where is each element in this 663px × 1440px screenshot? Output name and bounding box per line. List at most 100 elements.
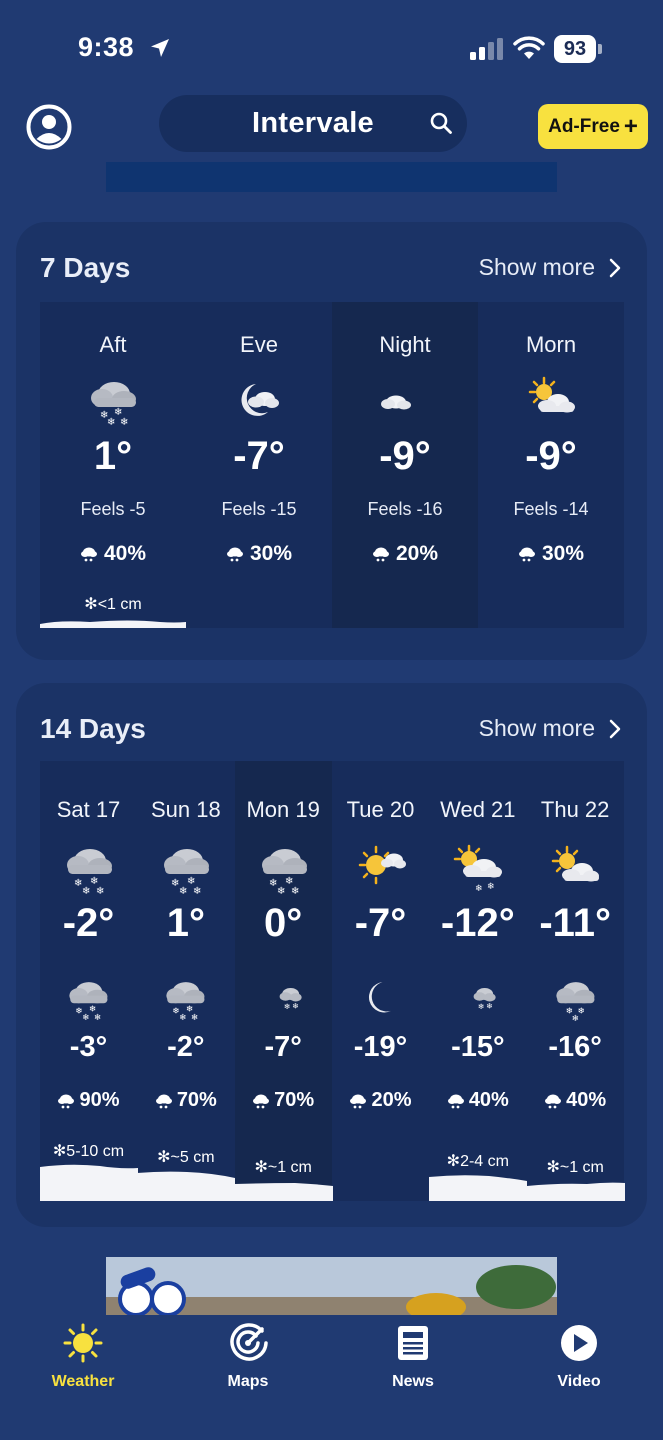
day-column[interactable]: Thu 22 -11° ❄ ❄ ❄ -16° 40% ✻~1 cm <box>526 761 625 1201</box>
period-label: Eve <box>240 332 278 357</box>
wifi-icon <box>513 36 545 59</box>
period-column[interactable]: Morn -9° Feels -14 30% <box>478 302 624 628</box>
partly-cloudy-night-icon <box>381 384 424 414</box>
day-precip: 20% <box>332 1089 429 1112</box>
moon-snow-icon: ❄ ❄ <box>463 983 496 1011</box>
nav-video[interactable]: Video <box>524 1323 634 1391</box>
snow-drift-graphic <box>526 1182 625 1201</box>
newspaper-icon <box>398 1326 428 1360</box>
rain-cloud-icon <box>372 547 389 562</box>
snow-drift-graphic <box>429 1175 528 1201</box>
sun-icon <box>63 1323 103 1363</box>
nav-maps-label: Maps <box>227 1373 269 1390</box>
rain-cloud-icon <box>80 547 97 562</box>
period-column[interactable]: Night -9° Feels -16 20% <box>332 302 478 628</box>
snow-drift-graphic <box>40 620 186 628</box>
seven-day-card: 7 Days Show more Aft ❄ ❄ ❄ ❄ 1° Feels -5… <box>16 222 647 660</box>
ad-free-button[interactable]: Ad-Free + <box>538 104 648 149</box>
svg-text:❄: ❄ <box>571 1013 578 1021</box>
low-temperature: -3° <box>69 1031 108 1063</box>
location-search-bar[interactable]: Intervale <box>159 95 467 152</box>
show-more-label: Show more <box>478 715 595 741</box>
precip-value: 40% <box>468 1089 509 1111</box>
high-temperature: -7° <box>354 901 407 945</box>
high-temperature: -2° <box>62 901 115 945</box>
fourteen-day-grid: Sat 17 ❄ ❄ ❄ ❄ -2° ❄ ❄ ❄ ❄ -3° 90% ✻5-10 cm Su… <box>40 761 625 1201</box>
day-column[interactable]: Sun 18 ❄ ❄ ❄ ❄ 1° ❄ ❄ ❄ ❄ -2° 70% ✻~5 cm <box>137 761 236 1201</box>
low-temperature: -19° <box>353 1031 408 1063</box>
nav-weather[interactable]: Weather <box>28 1323 138 1391</box>
period-feels-like: Feels -15 <box>221 499 297 519</box>
precip-value: 20% <box>371 1089 412 1111</box>
svg-text:❄: ❄ <box>82 1012 89 1021</box>
bottom-navigation: Weather Maps News Video <box>0 1315 663 1440</box>
snowflake-icon: ✻ <box>446 1153 461 1170</box>
partly-sunny-icon <box>551 845 599 882</box>
search-icon[interactable] <box>429 111 453 135</box>
svg-text:❄: ❄ <box>120 417 128 426</box>
snowflake-icon: ✻ <box>157 1149 171 1166</box>
battery-icon: 93 <box>554 35 602 63</box>
period-precip: 40% <box>40 542 186 566</box>
plus-icon: + <box>623 112 638 140</box>
snow-drift-graphic <box>234 1183 333 1201</box>
low-temperature: -2° <box>167 1031 205 1063</box>
day-label: Sat 17 <box>56 797 121 822</box>
sunny-cloud-icon <box>358 845 406 885</box>
snow-drift-graphic <box>137 1171 236 1201</box>
period-feels-like: Feels -5 <box>80 499 146 519</box>
svg-text:❄: ❄ <box>94 1012 101 1021</box>
profile-icon[interactable] <box>26 104 72 150</box>
period-column[interactable]: Eve -7° Feels -15 30% <box>186 302 332 628</box>
svg-text:❄: ❄ <box>277 886 285 895</box>
period-column[interactable]: Aft ❄ ❄ ❄ ❄ 1° Feels -5 40% ✻<1 cm <box>40 302 186 628</box>
fourteen-day-show-more[interactable]: Show more <box>479 715 621 742</box>
period-precip: 20% <box>332 542 478 566</box>
svg-text:❄: ❄ <box>292 1001 298 1010</box>
snow-amount: ✻5-10 cm <box>40 1141 137 1161</box>
snowflake-icon: ✻ <box>546 1159 560 1176</box>
snow-cloud-icon: ❄ ❄❄ ❄ <box>164 849 210 895</box>
chevron-right-icon <box>609 719 621 738</box>
day-column[interactable]: Wed 21 ❄ ❄ -12° ❄ ❄ -15° 40% ✻2-4 cm <box>429 761 528 1201</box>
period-label: Morn <box>525 332 577 357</box>
precip-value: 70% <box>176 1089 217 1111</box>
snow-amount-value: ~1 cm <box>559 1159 604 1176</box>
period-label: Night <box>379 332 431 357</box>
seven-day-show-more[interactable]: Show more <box>479 254 621 281</box>
day-column[interactable]: Mon 19 ❄ ❄ ❄ ❄ 0° ❄ ❄ -7° 70% ✻~1 cm <box>234 761 333 1201</box>
svg-text:❄: ❄ <box>478 1002 484 1011</box>
svg-text:❄: ❄ <box>179 886 187 895</box>
day-column[interactable]: Sat 17 ❄ ❄ ❄ ❄ -2° ❄ ❄ ❄ ❄ -3° 90% ✻5-10 cm <box>40 761 138 1201</box>
fourteen-day-title: 14 Days <box>40 713 146 744</box>
ad-banner-top[interactable] <box>106 162 557 192</box>
day-label: Thu 22 <box>540 797 610 822</box>
chevron-right-icon <box>609 258 621 277</box>
snow-amount: ✻~5 cm <box>137 1147 234 1167</box>
nav-news[interactable]: News <box>358 1323 468 1391</box>
day-label: Mon 19 <box>246 797 320 822</box>
cellular-signal-icon <box>470 38 503 60</box>
ad-banner-bottom[interactable] <box>106 1257 557 1315</box>
high-temperature: -11° <box>539 901 611 945</box>
day-column[interactable]: Tue 20 -7° -19° 20% <box>332 761 429 1201</box>
rain-cloud-icon <box>518 547 535 562</box>
battery-level: 93 <box>554 35 596 63</box>
status-time: 9:38 <box>78 32 135 62</box>
svg-text:❄: ❄ <box>487 882 495 892</box>
snow-amount: ✻~1 cm <box>235 1157 332 1177</box>
seven-day-periods: Aft ❄ ❄ ❄ ❄ 1° Feels -5 40% ✻<1 cm Eve -… <box>40 302 624 628</box>
period-feels-like: Feels -14 <box>513 499 589 519</box>
period-feels-like: Feels -16 <box>367 499 443 519</box>
snow-amount: ✻<1 cm <box>40 594 186 614</box>
high-temperature: 0° <box>264 901 303 945</box>
period-label: Aft <box>99 332 127 357</box>
nav-maps[interactable]: Maps <box>193 1323 303 1391</box>
svg-text:❄: ❄ <box>193 886 201 895</box>
svg-text:❄: ❄ <box>475 884 483 894</box>
seven-day-title: 7 Days <box>40 252 131 283</box>
partly-cloudy-night-icon <box>241 384 279 416</box>
sun-snow-cloud-icon: ❄ ❄ <box>454 844 503 894</box>
snow-cloud-icon: ❄ ❄❄ ❄ <box>69 982 108 1021</box>
rain-cloud-icon <box>58 1094 75 1108</box>
